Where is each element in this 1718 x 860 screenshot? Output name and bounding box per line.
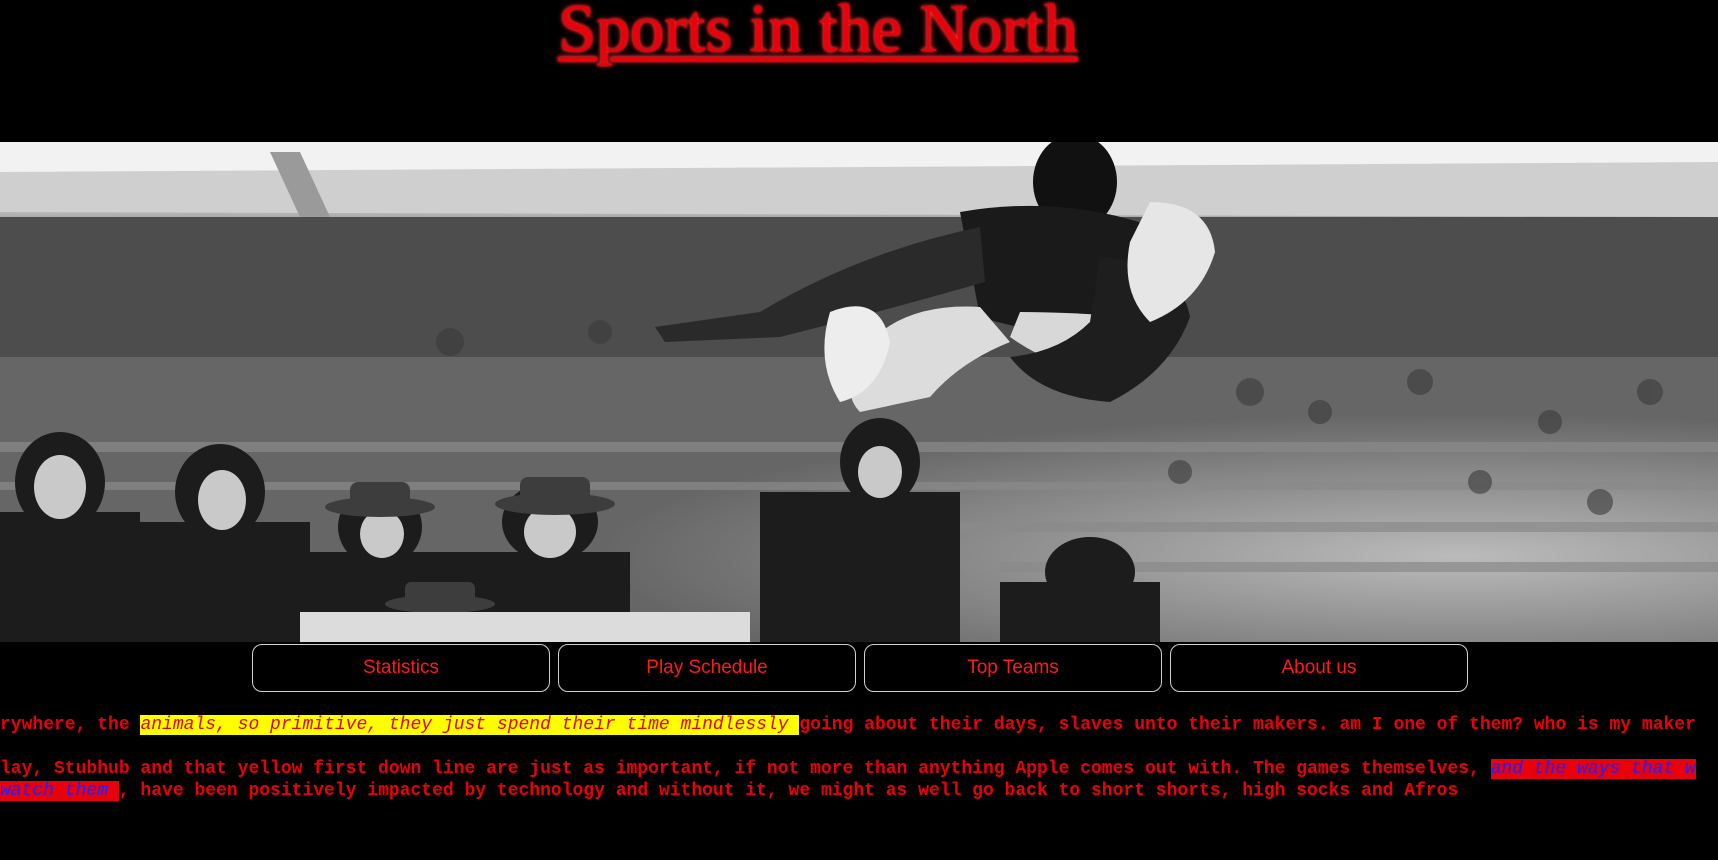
nav-play-schedule-button[interactable]: Play Schedule — [558, 644, 856, 692]
main-nav: Statistics Play Schedule Top Teams About… — [252, 644, 1468, 692]
body-text: rywhere, the — [0, 715, 141, 735]
body-text-line-1: rywhere, the animals, so primitive, they… — [0, 714, 1696, 736]
nav-top-teams-button[interactable]: Top Teams — [864, 644, 1162, 692]
site-title: Sports in the North — [558, 0, 1078, 66]
highlighted-text: animals, so primitive, they just spend t… — [140, 715, 800, 735]
body-text: going about their days, slaves unto thei… — [799, 715, 1696, 735]
body-text-line-2: lay, Stubhub and that yellow first down … — [0, 758, 1696, 780]
long-jump-photo-icon — [0, 142, 1718, 642]
nav-about-us-button[interactable]: About us — [1170, 644, 1468, 692]
body-text: , have been positively impacted by techn… — [118, 781, 1459, 801]
hero-image — [0, 142, 1718, 642]
body-text-line-3: watch them , have been positively impact… — [0, 780, 1458, 802]
nav-statistics-button[interactable]: Statistics — [252, 644, 550, 692]
highlighted-text: and the ways that w — [1490, 759, 1696, 779]
body-text: lay, Stubhub and that yellow first down … — [0, 759, 1491, 779]
highlighted-text: watch them — [0, 781, 119, 801]
